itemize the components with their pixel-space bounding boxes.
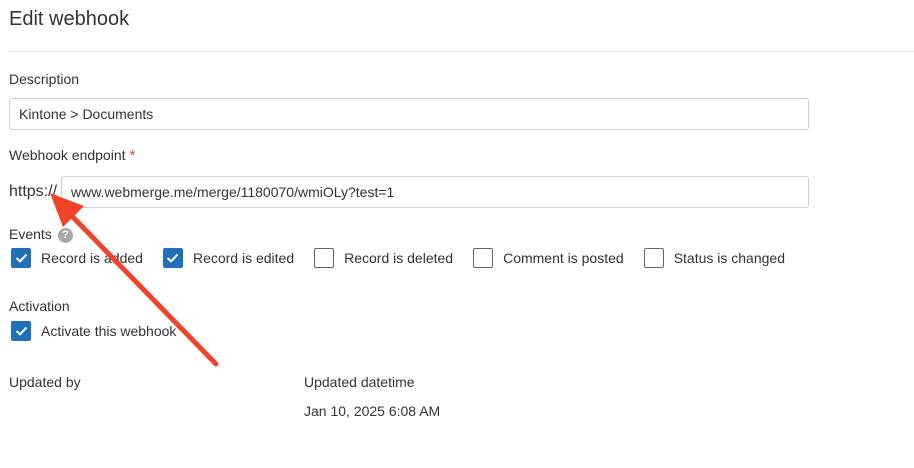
event-record-deleted[interactable]: Record is deleted xyxy=(314,248,453,268)
annotation-arrow-icon xyxy=(50,193,219,367)
events-label: Events xyxy=(9,226,52,242)
endpoint-label-row: Webhook endpoint * xyxy=(9,147,135,164)
events-label-row: Events? xyxy=(9,226,73,243)
checkmark-icon xyxy=(15,326,27,336)
checkbox[interactable] xyxy=(11,248,31,268)
updated-datetime-value: Jan 10, 2025 6:08 AM xyxy=(304,403,441,419)
activate-webhook[interactable]: Activate this webhook xyxy=(11,321,176,341)
activation-checkbox-row: Activate this webhook xyxy=(11,321,196,341)
checkbox-label: Record is added xyxy=(41,250,143,266)
event-status-changed[interactable]: Status is changed xyxy=(643,248,785,268)
checkbox-label: Record is deleted xyxy=(344,250,454,266)
title-divider xyxy=(9,51,914,52)
description-label: Description xyxy=(9,71,80,87)
checkbox[interactable] xyxy=(643,248,664,268)
checkbox[interactable] xyxy=(11,321,31,341)
activation-label: Activation xyxy=(9,298,70,314)
checkbox-label: Comment is posted xyxy=(503,250,624,266)
endpoint-label: Webhook endpoint xyxy=(9,147,126,163)
checkbox[interactable] xyxy=(473,248,494,268)
event-record-added[interactable]: Record is added xyxy=(11,248,143,268)
updated-by-label: Updated by xyxy=(9,374,81,390)
protocol-prefix: https:// xyxy=(9,183,58,200)
page-title: Edit webhook xyxy=(9,8,130,30)
checkbox[interactable] xyxy=(162,248,183,268)
description-input[interactable] xyxy=(9,98,809,130)
question-circle-icon[interactable]: ? xyxy=(57,227,73,243)
endpoint-url-input[interactable] xyxy=(61,176,809,208)
event-comment-posted[interactable]: Comment is posted xyxy=(473,248,624,268)
events-checkbox-row: Record is added Record is edited Record … xyxy=(11,248,805,268)
updated-datetime-label: Updated datetime xyxy=(304,374,415,390)
event-record-edited[interactable]: Record is edited xyxy=(162,248,295,268)
required-mark: * xyxy=(129,147,136,164)
checkmark-icon xyxy=(167,253,179,263)
checkmark-icon xyxy=(15,253,27,263)
checkbox-label: Record is edited xyxy=(192,250,295,266)
checkbox[interactable] xyxy=(314,248,335,268)
checkbox-label: Activate this webhook xyxy=(41,323,177,339)
checkbox-label: Status is changed xyxy=(673,250,785,266)
